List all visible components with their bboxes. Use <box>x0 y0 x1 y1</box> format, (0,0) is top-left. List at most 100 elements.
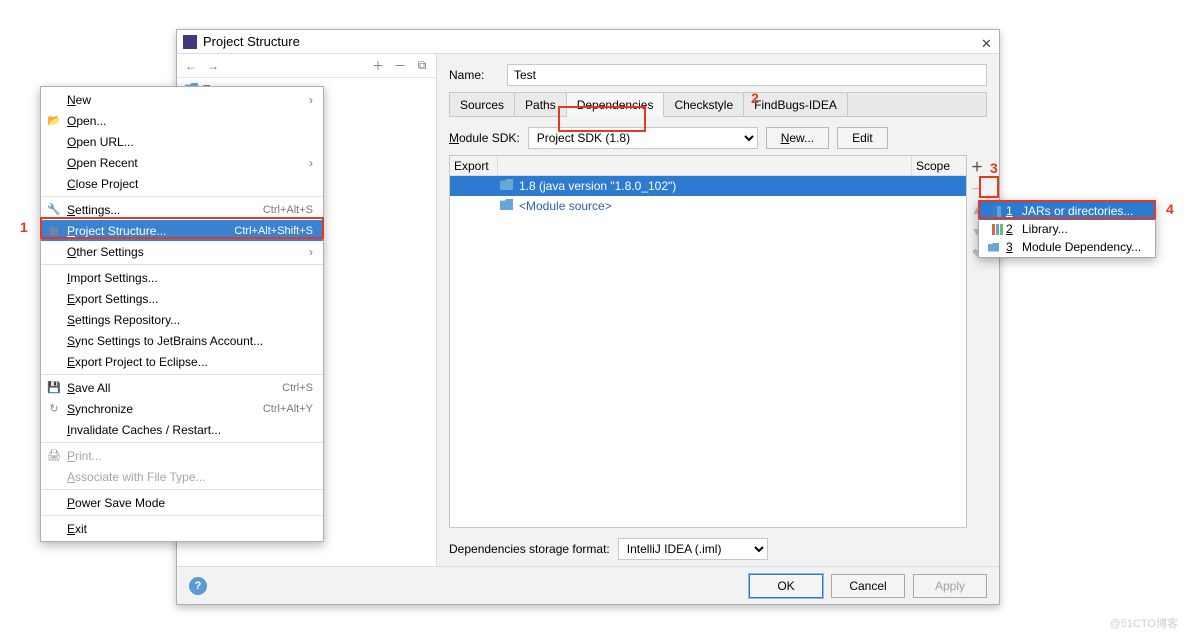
chevron-right-icon: › <box>309 156 313 170</box>
menu-item[interactable]: ↻SynchronizeCtrl+Alt+Y <box>41 398 323 419</box>
annotation-4: 4 <box>1166 201 1174 217</box>
menu-item-label: Open URL... <box>67 135 134 149</box>
menu-item-label: Settings... <box>67 203 120 217</box>
sync-icon: ↻ <box>47 402 61 416</box>
menu-item[interactable]: Invalidate Caches / Restart... <box>41 419 323 440</box>
watermark: @51CTO博客 <box>1110 615 1178 631</box>
menu-item[interactable]: Open URL... <box>41 131 323 152</box>
storage-select[interactable]: IntelliJ IDEA (.iml) <box>618 538 768 560</box>
help-button[interactable]: ? <box>189 577 207 595</box>
chevron-right-icon: › <box>309 245 313 259</box>
shortcut: Ctrl+Alt+S <box>263 204 313 216</box>
dependency-text: 1.8 (java version "1.8.0_102") <box>519 179 676 193</box>
annotation-2: 2 <box>751 90 759 106</box>
tab-findbugs-idea[interactable]: FindBugs-IDEA <box>744 93 848 116</box>
menu-item[interactable]: 📂Open... <box>41 110 323 131</box>
menu-item[interactable]: Settings Repository... <box>41 309 323 330</box>
back-button[interactable]: ← <box>181 56 201 76</box>
remove-dependency-button[interactable]: － <box>968 179 986 197</box>
name-label: Name: <box>449 68 499 82</box>
menu-item[interactable]: Import Settings... <box>41 267 323 288</box>
menu-item[interactable]: Export Settings... <box>41 288 323 309</box>
struct-icon: ▦ <box>47 224 61 238</box>
menu-item-label: Associate with File Type... <box>67 470 206 484</box>
module-name-input[interactable] <box>507 64 987 86</box>
popup-item[interactable]: 1JARs or directories... <box>979 202 1155 220</box>
popup-item-number: 2 <box>1006 222 1016 236</box>
tab-checkstyle[interactable]: Checkstyle <box>664 93 744 116</box>
menu-item[interactable]: Other Settings › <box>41 241 323 262</box>
popup-item-label: Library... <box>1022 222 1068 236</box>
jars-icon <box>987 205 1000 218</box>
shortcut: Ctrl+S <box>282 382 313 394</box>
popup-item-label: JARs or directories... <box>1022 204 1133 218</box>
dependencies-table[interactable]: Export Scope 1.8 (java version "1.8.0_10… <box>449 155 967 528</box>
app-icon <box>183 35 197 49</box>
add-module-button[interactable]: ＋ <box>368 56 388 76</box>
dialog-footer: ? OK Cancel Apply <box>177 566 999 604</box>
menu-item[interactable]: Close Project <box>41 173 323 194</box>
sdk-new-button[interactable]: New... <box>766 127 829 149</box>
menu-item[interactable]: 💾 Save All Ctrl+S <box>41 377 323 398</box>
module-details: Name: SourcesPathsDependenciesCheckstyle… <box>437 54 999 566</box>
menu-item-label: New <box>67 93 91 107</box>
modules-toolbar: ← → ＋ － ⧉ <box>177 54 436 78</box>
sdk-select[interactable]: Project SDK (1.8) <box>528 127 758 149</box>
annotation-3: 3 <box>990 160 998 176</box>
menu-item-label: Save All <box>67 381 110 395</box>
close-icon[interactable] <box>981 36 993 48</box>
col-export: Export <box>450 156 498 175</box>
dependency-row[interactable]: 1.8 (java version "1.8.0_102") <box>450 176 966 196</box>
remove-module-button[interactable]: － <box>390 56 410 76</box>
dependency-row[interactable]: <Module source> <box>450 196 966 216</box>
dependency-text: <Module source> <box>519 199 612 213</box>
popup-item-number: 3 <box>1006 240 1016 254</box>
menu-item-label: Project Structure... <box>67 224 166 238</box>
add-dependency-button[interactable]: ＋ <box>968 157 986 175</box>
menu-item-label: Synchronize <box>67 402 133 416</box>
file-menu[interactable]: New›📂Open...Open URL...Open Recent›Close… <box>40 86 324 542</box>
menu-item[interactable]: Sync Settings to JetBrains Account... <box>41 330 323 351</box>
menu-item: Associate with File Type... <box>41 466 323 487</box>
menu-item-label: Settings Repository... <box>67 313 180 327</box>
popup-item[interactable]: 2 Library... <box>979 220 1155 238</box>
menu-item-label: Other Settings <box>67 245 144 259</box>
module-tabs: SourcesPathsDependenciesCheckstyleFindBu… <box>449 92 987 117</box>
apply-button[interactable]: Apply <box>913 574 987 598</box>
add-dependency-popup[interactable]: 1JARs or directories... 2 Library... 3Modul… <box>978 200 1156 258</box>
forward-button[interactable]: → <box>203 56 223 76</box>
menu-item[interactable]: Open Recent› <box>41 152 323 173</box>
menu-item-label: Close Project <box>67 177 138 191</box>
tab-sources[interactable]: Sources <box>450 93 515 116</box>
tab-paths[interactable]: Paths <box>515 93 567 116</box>
menu-item[interactable]: Power Save Mode <box>41 492 323 513</box>
save-icon: 💾 <box>47 381 61 395</box>
storage-label: Dependencies storage format: <box>449 542 610 556</box>
dialog-title: Project Structure <box>203 34 975 49</box>
titlebar: Project Structure <box>177 30 999 54</box>
menu-item[interactable]: ▦ Project Structure... Ctrl+Alt+Shift+S <box>41 220 323 241</box>
tab-dependencies[interactable]: Dependencies <box>567 93 665 117</box>
col-scope: Scope <box>911 156 966 175</box>
print-icon: 🖨 <box>47 449 61 463</box>
menu-item-label: Invalidate Caches / Restart... <box>67 423 221 437</box>
copy-module-button[interactable]: ⧉ <box>412 56 432 76</box>
wrench-icon: 🔧 <box>47 203 61 217</box>
menu-item-label: Export Settings... <box>67 292 158 306</box>
cancel-button[interactable]: Cancel <box>831 574 905 598</box>
annotation-1: 1 <box>20 219 28 235</box>
menu-item[interactable]: Exit <box>41 518 323 539</box>
menu-item[interactable]: Export Project to Eclipse... <box>41 351 323 372</box>
menu-item-label: Sync Settings to JetBrains Account... <box>67 334 263 348</box>
menu-item-label: Import Settings... <box>67 271 158 285</box>
menu-item-label: Export Project to Eclipse... <box>67 355 208 369</box>
menu-item-label: Power Save Mode <box>67 496 165 510</box>
shortcut: Ctrl+Alt+Shift+S <box>234 225 313 237</box>
menu-item[interactable]: 🔧 Settings... Ctrl+Alt+S <box>41 199 323 220</box>
ok-button[interactable]: OK <box>749 574 823 598</box>
menu-item: 🖨Print... <box>41 445 323 466</box>
menu-item[interactable]: New› <box>41 89 323 110</box>
popup-item[interactable]: 3Module Dependency... <box>979 238 1155 256</box>
sdk-edit-button[interactable]: Edit <box>837 127 888 149</box>
folder-icon <box>500 199 513 213</box>
